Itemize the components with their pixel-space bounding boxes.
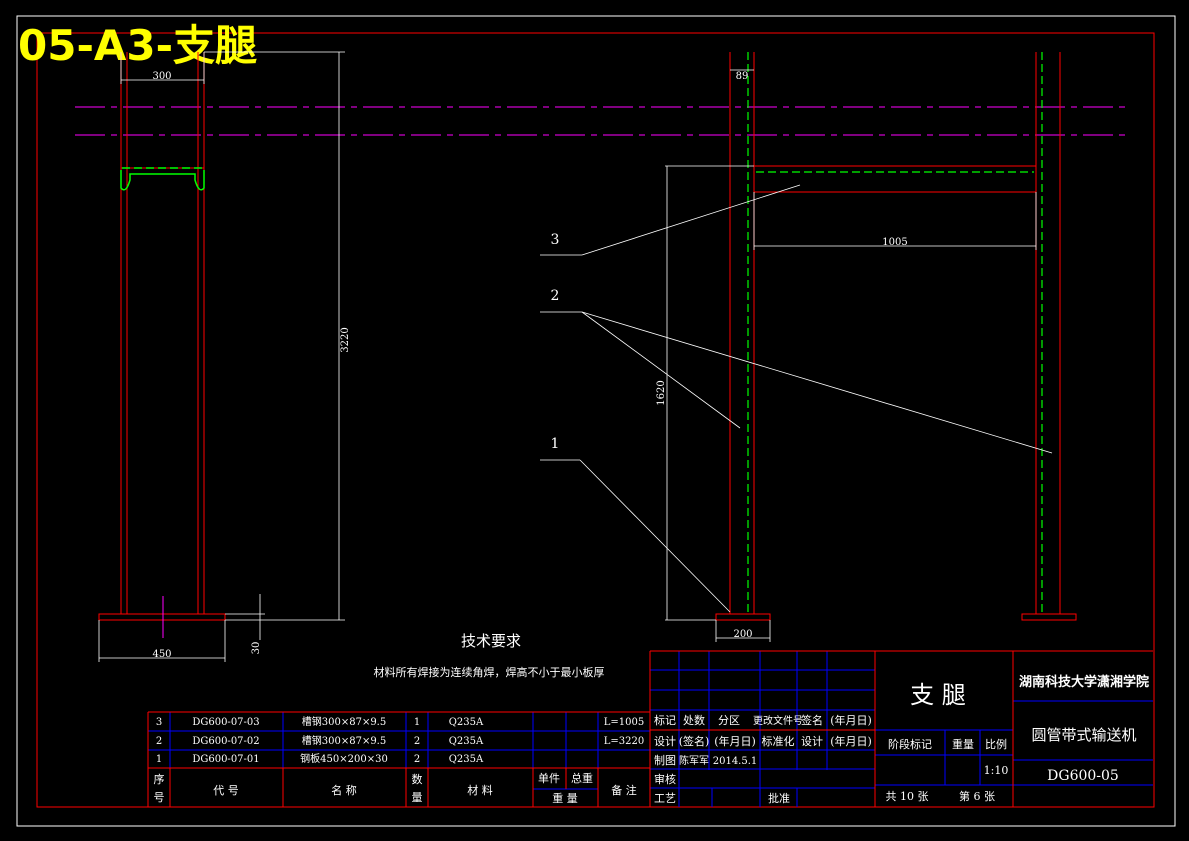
- bom-row-name: 钢板450×200×30: [300, 752, 388, 765]
- base-plate-side: [98, 613, 226, 621]
- balloon-2: 2: [551, 288, 560, 304]
- rev-col-zone: 分区: [718, 714, 740, 727]
- bom-header-name: 名 称: [331, 783, 357, 797]
- rev-col-count: 处数: [683, 714, 705, 727]
- base-plate-front-right: [1021, 613, 1077, 621]
- bom-header-note: 备 注: [611, 783, 637, 797]
- inner-frame-border: [36, 32, 1155, 808]
- product-name: 圆管带式输送机: [1031, 726, 1136, 744]
- drafter-name: 陈军军: [679, 754, 709, 767]
- school-name: 湖南科技大学潇湘学院: [1019, 674, 1149, 690]
- bom-header-no: 号: [154, 791, 165, 804]
- title-block: 支 腿 湖南科技大学潇湘学院 圆管带式输送机 DG600-05 标记 处数 分区…: [649, 650, 1153, 807]
- front-view: 89 1005 1620 200 3 2 1: [540, 52, 1077, 642]
- sheet-number: 第 6 张: [959, 789, 995, 803]
- scale-label: 比例: [985, 737, 1007, 751]
- design-date: (年月日): [714, 734, 756, 748]
- cad-drawing: 05-A3-支腿 300 3220 450 30 89 1005 1620 20…: [16, 15, 1176, 827]
- side-view: 300 3220 450 30: [98, 51, 351, 662]
- bom-row-no: 1: [156, 754, 162, 765]
- stage-label: 阶段标记: [888, 737, 932, 751]
- dim-base-width-right: 200: [733, 629, 752, 640]
- bom-row-code: DG600-07-03: [192, 717, 259, 728]
- bom-header-material: 材 料: [467, 783, 493, 797]
- scale-value: 1:10: [984, 764, 1009, 777]
- bom-header-weight: 重 量: [552, 791, 578, 805]
- rev-col-date: (年月日): [830, 713, 872, 727]
- bom-row-note: L=1005: [604, 717, 644, 728]
- rev-col-sign: 签名: [801, 713, 823, 727]
- bom-row-qty: 1: [414, 717, 420, 728]
- bom-row-material: Q235A: [449, 736, 484, 747]
- drafted-date: 2014.5.1: [713, 756, 758, 767]
- approve-label: 批准: [768, 791, 790, 805]
- design-label: 设计: [654, 735, 676, 748]
- bom-row-no: 2: [156, 736, 162, 747]
- dim-column-height: 3220: [340, 327, 351, 352]
- bom-row-name: 槽钢300×87×9.5: [302, 715, 386, 728]
- weight-label: 重量: [952, 737, 974, 751]
- part-name: 支 腿: [910, 681, 966, 709]
- drafted-label: 制图: [654, 754, 676, 767]
- bom-header-unit-weight: 单件: [538, 772, 560, 785]
- bom-row-note: L=3220: [604, 736, 644, 747]
- bom-row-code: DG600-07-01: [192, 754, 259, 765]
- process-label: 工艺: [654, 792, 676, 805]
- dim-base-thickness: 30: [251, 642, 262, 655]
- bom-row-name: 槽钢300×87×9.5: [302, 734, 386, 747]
- tech-requirements-text: 材料所有焊接为连续角焊，焊高不小于最小板厚: [374, 665, 605, 679]
- bom-row-code: DG600-07-02: [192, 736, 259, 747]
- bom-row-qty: 2: [414, 754, 420, 765]
- bom-header-qty: 量: [412, 791, 423, 804]
- review-label: 审核: [654, 772, 676, 786]
- bom-header-qty: 数: [412, 773, 423, 786]
- bom-row-no: 3: [156, 717, 162, 728]
- bom-header-total-weight: 总重: [571, 771, 593, 785]
- outer-sheet-border: [16, 15, 1176, 827]
- dim-web-width: 89: [736, 71, 749, 82]
- bom-header-no: 序: [154, 772, 165, 786]
- bom-table: 3 DG600-07-03 槽钢300×87×9.5 1 Q235A L=100…: [147, 711, 650, 807]
- balloon-1: 1: [551, 436, 560, 452]
- bom-header-code: 代 号: [213, 784, 239, 797]
- dim-beam-height: 1620: [656, 380, 667, 405]
- bom-row-qty: 2: [414, 736, 420, 747]
- standardize-label: 标准化: [762, 734, 795, 748]
- channel-section: [120, 170, 205, 191]
- drawing-number: DG600-05: [1047, 768, 1119, 784]
- base-plate-front-left: [715, 613, 771, 621]
- sheet-total: 共 10 张: [886, 790, 929, 803]
- bom-row-material: Q235A: [449, 754, 484, 765]
- sheet-label: 05-A3-支腿: [18, 21, 257, 70]
- dim-flange-width: 300: [152, 71, 171, 82]
- dim-base-width-left: 450: [152, 649, 171, 660]
- balloon-3: 3: [551, 232, 560, 248]
- tech-requirements-title: 技术要求: [461, 632, 521, 650]
- rev-col-mark: 标记: [654, 713, 676, 727]
- design-label-2: 设计: [801, 735, 823, 748]
- dim-beam-length: 1005: [882, 237, 907, 248]
- design-sign: (签名): [679, 734, 710, 748]
- rev-col-doc: 更改文件号: [753, 714, 803, 727]
- design-date-2: (年月日): [830, 734, 872, 748]
- bom-row-material: Q235A: [449, 717, 484, 728]
- leader-lines: [540, 184, 1053, 613]
- center-lines: [75, 106, 1130, 136]
